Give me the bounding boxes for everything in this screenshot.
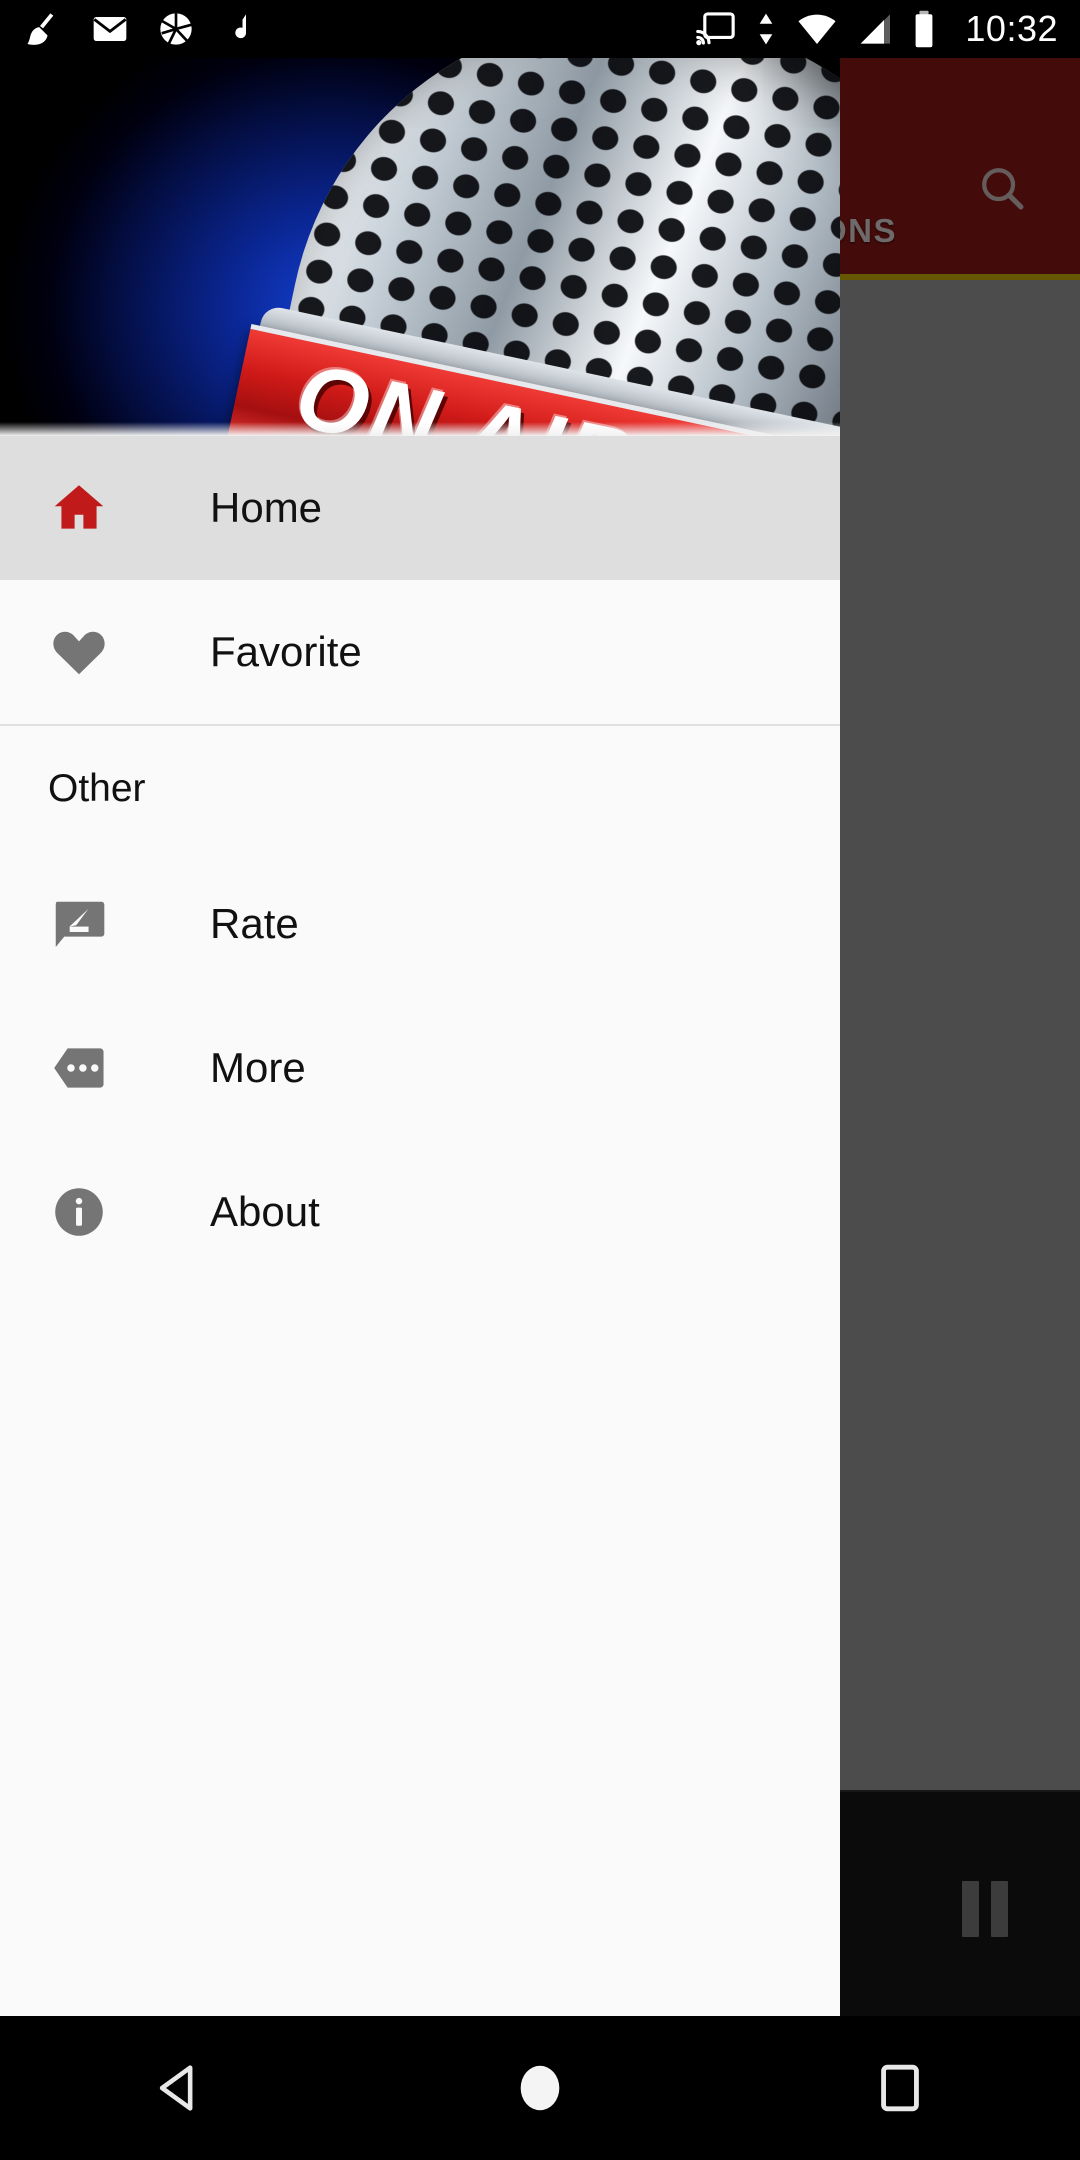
status-bar-clock: 10:32 <box>965 8 1058 49</box>
rate-comment-edit-icon <box>48 893 144 955</box>
sidebar-item-rate[interactable]: Rate <box>0 852 840 996</box>
sidebar-item-favorite-label: Favorite <box>210 628 362 675</box>
status-bar-system-icons: 10:32 <box>695 8 1058 50</box>
info-circle-icon <box>48 1181 144 1243</box>
header-fade <box>0 422 840 436</box>
sidebar-item-about[interactable]: About <box>0 1140 840 1284</box>
recents-square-icon <box>881 2064 919 2112</box>
home-icon <box>48 477 144 539</box>
recents-button[interactable] <box>800 2016 1000 2160</box>
sidebar-item-rate-label: Rate <box>210 900 299 947</box>
android-navigation-bar <box>0 2016 1080 2160</box>
status-bar: 10:32 <box>0 0 1080 58</box>
battery-icon <box>916 10 933 48</box>
sidebar-item-more-label: More <box>210 1044 306 1091</box>
cast-icon <box>696 12 736 46</box>
navigation-drawer: ON AIR Home Favorite Other Rate More Abo… <box>0 58 840 2016</box>
drawer-section-other: Other <box>0 726 840 852</box>
sidebar-item-more[interactable]: More <box>0 996 840 1140</box>
cellular-signal-icon <box>861 14 891 44</box>
heart-icon <box>48 621 144 683</box>
back-triangle-icon <box>159 2065 193 2111</box>
email-icon <box>93 17 127 41</box>
music-note-icon <box>235 14 246 39</box>
back-button[interactable] <box>80 2016 280 2160</box>
camera-aperture-icon <box>160 13 193 45</box>
more-tag-icon <box>48 1037 144 1099</box>
sidebar-item-about-label: About <box>210 1188 320 1235</box>
sidebar-item-home-label: Home <box>210 484 323 531</box>
broom-icon <box>27 13 54 45</box>
sidebar-item-favorite[interactable]: Favorite <box>0 580 840 724</box>
drawer-empty-space <box>0 1284 840 1844</box>
drawer-header: ON AIR <box>0 58 840 436</box>
home-button[interactable] <box>440 2016 640 2160</box>
home-circle-icon <box>520 2065 560 2111</box>
status-bar-notification-icons <box>24 9 262 49</box>
wifi-icon <box>798 14 836 45</box>
data-transfer-icon <box>760 13 773 45</box>
sidebar-item-home[interactable]: Home <box>0 436 840 580</box>
drawer-section-other-label: Other <box>48 767 146 810</box>
drawer-menu-list: Home Favorite Other Rate More About <box>0 436 840 1844</box>
